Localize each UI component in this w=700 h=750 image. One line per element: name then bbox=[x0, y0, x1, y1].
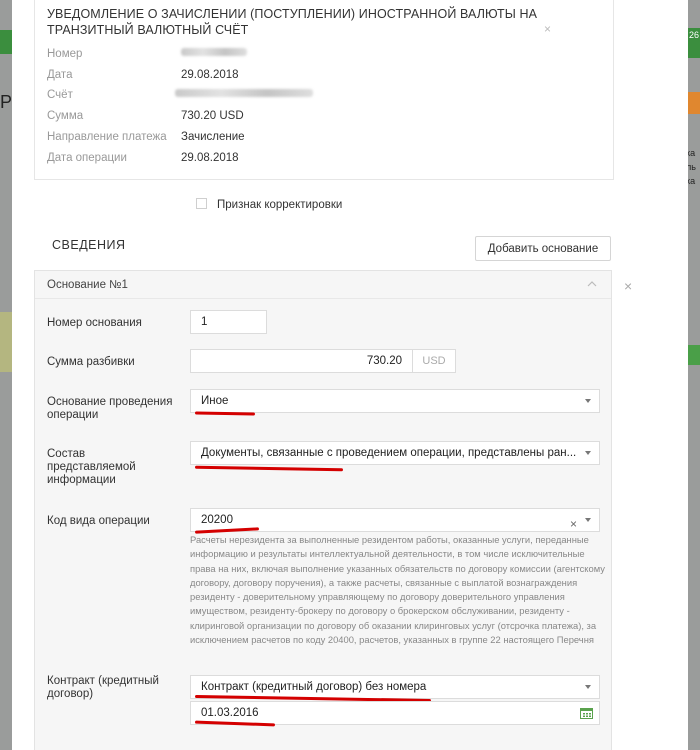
info-select-value: Документы, связанные с проведением опера… bbox=[201, 447, 577, 459]
chevron-down-icon[interactable] bbox=[585, 399, 591, 403]
contract-label: Контракт (кредитный договор) bbox=[47, 675, 159, 701]
info-label-line: представляемой bbox=[47, 461, 136, 473]
meta-value: 29.08.2018 bbox=[181, 152, 239, 164]
info-label-line: Состав bbox=[47, 448, 86, 460]
meta-value-redacted bbox=[175, 89, 313, 101]
annotation-underline bbox=[194, 411, 256, 416]
remove-basis-icon[interactable]: × bbox=[624, 278, 632, 294]
info-select[interactable]: Документы, связанные с проведением опера… bbox=[190, 441, 600, 465]
amount-label: Сумма разбивки bbox=[47, 356, 135, 368]
background-orange-button bbox=[686, 92, 700, 114]
opcode-select-value: 20200 bbox=[201, 514, 233, 526]
meta-value: 730.20 USD bbox=[181, 110, 244, 122]
meta-value-redacted bbox=[181, 48, 247, 60]
amount-input[interactable]: 730.20 bbox=[190, 349, 413, 373]
reason-label: Основание проведения операции bbox=[47, 396, 172, 422]
basis-panel-header[interactable]: Основание №1 bbox=[35, 271, 611, 299]
background-highlight bbox=[0, 312, 12, 372]
basis-panel-title: Основание №1 bbox=[47, 279, 128, 291]
meta-label: Номер bbox=[47, 48, 83, 60]
reason-label-line: операции bbox=[47, 409, 99, 421]
basis-number-input[interactable]: 1 bbox=[190, 310, 267, 334]
chevron-down-icon[interactable] bbox=[585, 518, 591, 522]
contract-date-value: 01.03.2016 bbox=[201, 707, 259, 719]
close-icon[interactable]: × bbox=[544, 22, 551, 36]
correction-checkbox[interactable] bbox=[196, 198, 207, 209]
chevron-down-icon[interactable] bbox=[585, 451, 591, 455]
meta-value: Зачисление bbox=[181, 131, 245, 143]
reason-select[interactable]: Иное bbox=[190, 389, 600, 413]
notice-summary: УВЕДОМЛЕНИЕ О ЗАЧИСЛЕНИИ (ПОСТУПЛЕНИИ) И… bbox=[34, 0, 614, 180]
reason-select-value: Иное bbox=[201, 395, 229, 407]
meta-label: Сумма bbox=[47, 110, 84, 122]
contract-date-input[interactable]: 01.03.2016 bbox=[190, 701, 600, 725]
section-title: СВЕДЕНИЯ bbox=[52, 238, 126, 252]
background-page-left: Р bbox=[0, 0, 12, 750]
contract-select-value: Контракт (кредитный договор) без номера bbox=[201, 681, 427, 693]
clear-icon[interactable]: × bbox=[570, 513, 577, 531]
basis-number-label: Номер основания bbox=[47, 317, 142, 329]
background-heading-fragment: Р bbox=[0, 92, 13, 112]
meta-label: Дата bbox=[47, 69, 73, 81]
background-text: ль bbox=[686, 162, 696, 172]
correction-label: Признак корректировки bbox=[217, 199, 343, 211]
background-green-badge: 26 bbox=[686, 28, 700, 58]
modal-dialog: УВЕДОМЛЕНИЕ О ЗАЧИСЛЕНИИ (ПОСТУПЛЕНИИ) И… bbox=[12, 0, 688, 750]
background-page-right: 26 ка ль ка bbox=[686, 0, 700, 750]
background-text: ка bbox=[686, 176, 696, 186]
calendar-icon[interactable] bbox=[580, 707, 593, 719]
reason-label-line: Основание проведения bbox=[47, 396, 173, 408]
meta-value: 29.08.2018 bbox=[181, 69, 239, 81]
currency-unit: USD bbox=[412, 349, 456, 373]
meta-label: Счёт bbox=[47, 89, 73, 101]
contract-label-line: Контракт (кредитный bbox=[47, 675, 159, 687]
basis-panel: Основание №1 Номер основания 1 Сумма раз… bbox=[34, 270, 612, 750]
opcode-description: Расчеты нерезидента за выполненные резид… bbox=[190, 534, 605, 646]
chevron-up-icon[interactable] bbox=[587, 279, 597, 289]
meta-label: Направление платежа bbox=[47, 131, 167, 143]
add-basis-button[interactable]: Добавить основание bbox=[475, 236, 611, 261]
chevron-down-icon[interactable] bbox=[585, 685, 591, 689]
background-green-button bbox=[0, 30, 12, 54]
contract-label-line: договор) bbox=[47, 688, 94, 700]
info-label-line: информации bbox=[47, 474, 116, 486]
info-label: Состав представляемой информации bbox=[47, 448, 136, 487]
background-green-button bbox=[686, 345, 700, 365]
annotation-underline bbox=[194, 465, 344, 472]
background-text: ка bbox=[686, 148, 696, 158]
notice-title: УВЕДОМЛЕНИЕ О ЗАЧИСЛЕНИИ (ПОСТУПЛЕНИИ) И… bbox=[47, 7, 538, 37]
meta-label: Дата операции bbox=[47, 152, 127, 164]
opcode-label: Код вида операции bbox=[47, 515, 150, 527]
correction-checkbox-row[interactable]: Признак корректировки bbox=[196, 198, 342, 211]
